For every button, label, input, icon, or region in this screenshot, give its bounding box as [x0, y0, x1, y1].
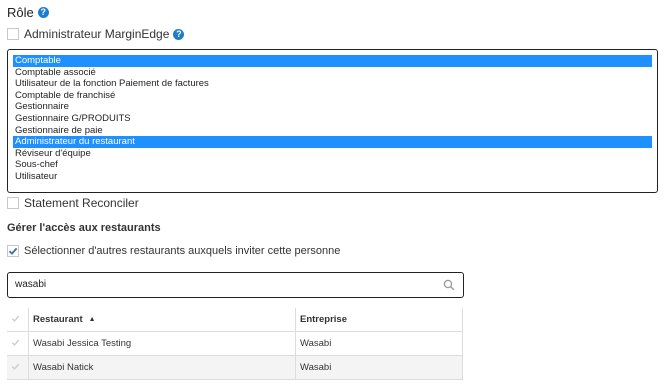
role-option[interactable]: Réviseur d'équipe: [13, 148, 652, 160]
admin-marginedge-checkbox[interactable]: [7, 28, 19, 40]
select-all-checkbox[interactable]: [7, 308, 29, 332]
statement-reconciler-label: Statement Reconciler: [24, 196, 139, 210]
restaurant-search-input[interactable]: wasabi: [7, 272, 464, 298]
role-option[interactable]: Gestionnaire de paie: [13, 125, 652, 137]
admin-marginedge-label: Administrateur MarginEdge: [24, 27, 170, 41]
column-header-entreprise[interactable]: Entreprise: [295, 308, 463, 332]
role-option[interactable]: Gestionnaire G/PRODUITS: [13, 113, 652, 125]
restaurant-table: Restaurant ▲ Entreprise Wasabi Jessica Te…: [7, 308, 463, 380]
entreprise-cell: Wasabi: [295, 331, 463, 356]
checkmark-icon: [11, 339, 20, 346]
select-restaurants-checkbox-row[interactable]: Sélectionner d'autres restaurants auxque…: [7, 245, 340, 257]
restaurant-cell: Wasabi Jessica Testing: [28, 331, 296, 356]
statement-reconciler-checkbox[interactable]: [7, 197, 19, 209]
column-header-restaurant[interactable]: Restaurant ▲: [28, 308, 296, 332]
checkmark-icon: [11, 363, 20, 370]
column-header-restaurant-label: Restaurant: [33, 314, 83, 325]
table-row[interactable]: Wasabi Natick Wasabi: [7, 355, 463, 380]
restaurant-search-value[interactable]: wasabi: [15, 279, 46, 290]
table-row[interactable]: Wasabi Jessica Testing Wasabi: [7, 331, 463, 356]
row-checkbox[interactable]: [7, 355, 29, 380]
select-restaurants-checkbox[interactable]: [7, 245, 19, 257]
checkmark-icon: [11, 315, 20, 322]
row-checkbox[interactable]: [7, 331, 29, 356]
role-option[interactable]: Administrateur du restaurant: [13, 136, 652, 148]
statement-reconciler-checkbox-row[interactable]: Statement Reconciler: [7, 196, 139, 210]
role-heading: Rôle ?: [7, 5, 49, 20]
admin-marginedge-checkbox-row[interactable]: Administrateur MarginEdge ?: [7, 27, 185, 41]
entreprise-cell: Wasabi: [295, 355, 463, 380]
role-option[interactable]: Comptable associé: [13, 67, 652, 79]
role-option[interactable]: Utilisateur: [13, 171, 652, 183]
search-icon[interactable]: [443, 279, 455, 291]
column-header-entreprise-label: Entreprise: [300, 314, 347, 325]
role-option[interactable]: Sous-chef: [13, 159, 652, 171]
select-restaurants-label: Sélectionner d'autres restaurants auxque…: [24, 245, 341, 257]
restaurant-cell: Wasabi Natick: [28, 355, 296, 380]
role-listbox[interactable]: Comptable Comptable associé Utilisateur de…: [7, 49, 658, 193]
help-icon[interactable]: ?: [37, 7, 49, 18]
role-option[interactable]: Gestionnaire: [13, 101, 652, 113]
role-option[interactable]: Utilisateur de la fonction Paiement de f…: [13, 78, 652, 90]
checkmark-icon: [8, 247, 18, 255]
help-icon[interactable]: ?: [173, 28, 185, 40]
role-option[interactable]: Comptable: [13, 55, 652, 67]
role-option[interactable]: Comptable de franchisé: [13, 90, 652, 102]
manage-restaurant-access-heading: Gérer l'accès aux restaurants: [7, 222, 161, 234]
sort-ascending-icon[interactable]: ▲: [89, 316, 96, 323]
role-heading-label: Rôle: [7, 5, 34, 20]
table-header-row: Restaurant ▲ Entreprise: [7, 308, 463, 332]
